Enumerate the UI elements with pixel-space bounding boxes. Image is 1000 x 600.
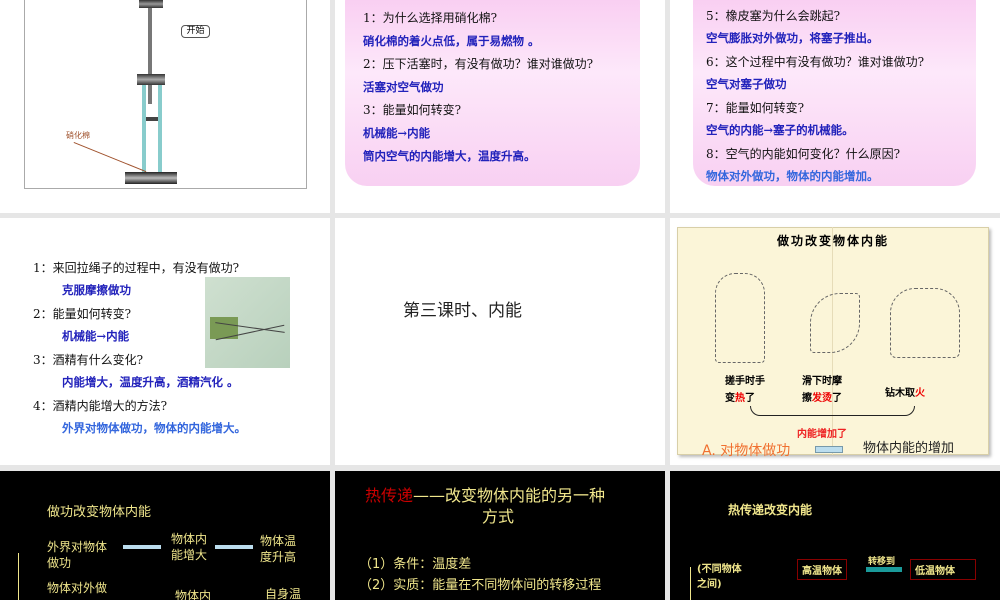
question-2: 2：压下活塞时，有没有做功？谁对谁做功? [363, 57, 594, 71]
essence-text: （2）实质：能量在不同物体间的转移过程 [359, 578, 602, 593]
slide-thumbnail-2[interactable]: 1：为什么选择用硝化棉? 硝化棉的着火点低，属于易燃物 。 2：压下活塞时，有没… [335, 0, 665, 213]
flow2-start: 物体对外做 [47, 581, 108, 595]
brace [18, 553, 24, 600]
arrow-icon [815, 446, 843, 453]
question-1: 1：为什么选择用硝化棉? [363, 11, 498, 25]
question-4: 4：酒精内能增大的方法? [33, 399, 168, 413]
slide-thumbnail-8[interactable]: 热传递——改变物体内能的另一种 方式 （1）条件：温度差 （2）实质：能量在不同… [335, 471, 665, 600]
transfer-label: 转移到 [868, 557, 896, 567]
arrow-icon [215, 545, 253, 549]
arrow-icon [123, 545, 161, 549]
question-8: 8：空气的内能如何变化？什么原因? [706, 147, 901, 161]
question-5: 5：橡皮塞为什么会跳起? [706, 9, 841, 23]
slide-thumbnail-7[interactable]: 做功改变物体内能 外界对物体做功 物体内能增大 物体温度升高 物体对外做 物体内… [0, 471, 330, 600]
cylinder-base [125, 172, 177, 184]
answer-2: 机械能→内能 [62, 329, 130, 343]
piston-head [146, 117, 158, 121]
answer-3: 机械能→内能 [363, 126, 431, 140]
nitrocellulose-label: 硝化棉 [66, 131, 90, 140]
slide-thumbnail-3[interactable]: 5：橡皮塞为什么会跳起? 空气膨胀对外做功，将塞子推出。 6：这个过程中有没有做… [670, 0, 1000, 213]
rubbing-hands-illustration [715, 273, 765, 363]
answer-1: 克服摩擦做功 [62, 283, 131, 297]
increase-label: 内能增加了 [797, 429, 847, 440]
answer-1: 硝化棉的着火点低，属于易燃物 。 [363, 34, 540, 48]
answer-4: 外界对物体做功，物体的内能增大。 [62, 421, 246, 435]
slide-thumbnail-4[interactable]: 1：来回拉绳子的过程中，有没有做功? 克服摩擦做功 2：能量如何转变? 机械能→… [0, 218, 330, 465]
question-1: 1：来回拉绳子的过程中，有没有做功? [33, 261, 240, 275]
flow-end: 物体温度升高 [260, 534, 297, 564]
question-3: 3：酒精有什么变化? [33, 353, 144, 367]
condition-text: (不同物体之间) [697, 564, 742, 590]
slide-thumbnail-6[interactable]: 做功改变物体内能 搓手时手 变热了 滑下时摩 擦发烫了 钻木取火 内能增加了 A. … [670, 218, 1000, 465]
brace [750, 406, 915, 416]
answer-6: 空气对塞子做功 [706, 77, 787, 91]
book-title: 做功改变物体内能 [777, 234, 890, 248]
hot-object-box: 高温物体 [797, 559, 847, 580]
brace [690, 567, 696, 600]
answer-3b: 筒内空气的内能增大，温度升高。 [363, 149, 536, 163]
arrow-icon [866, 567, 902, 572]
caption-2: 滑下时摩 擦发烫了 [802, 376, 842, 404]
question-7: 7：能量如何转变? [706, 101, 805, 115]
answer-3: 内能增大，温度升高，酒精汽化 。 [62, 375, 239, 389]
start-button[interactable]: 开始 [181, 25, 210, 38]
piston-top [139, 0, 163, 8]
answer-5: 空气膨胀对外做功，将塞子推出。 [706, 31, 879, 45]
do-work-label: A. 对物体做功 [702, 443, 791, 459]
condition-text: （1）条件：温度差 [359, 557, 472, 572]
slide-thumbnail-1[interactable]: 开始 硝化棉 [0, 0, 330, 213]
caption-3: 钻木取火 [885, 388, 925, 399]
question-3: 3：能量如何转变? [363, 103, 462, 117]
cylinder-cap [137, 74, 165, 85]
flow2-mid: 物体内 [175, 589, 212, 600]
slide-title: 做功改变物体内能 [47, 505, 152, 520]
answer-7: 空气的内能→塞子的机械能。 [706, 123, 854, 137]
flow-start: 外界对物体做功 [47, 540, 108, 570]
question-2: 2：能量如何转变? [33, 307, 132, 321]
rope-friction-image [205, 277, 290, 368]
slide-title: 热传递改变内能 [728, 503, 813, 517]
answer-2: 活塞对空气做功 [363, 80, 444, 94]
drilling-wood-illustration [890, 288, 960, 358]
flow-mid: 物体内能增大 [171, 532, 208, 562]
caption-1: 搓手时手 变热了 [725, 376, 765, 404]
slide-title-line2: 方式 [482, 507, 515, 526]
question-6: 6：这个过程中有没有做功？谁对谁做功? [706, 55, 925, 69]
slide-title: 第三课时、内能 [403, 301, 522, 321]
apparatus-frame [24, 0, 307, 189]
flow2-end: 自身温 [265, 587, 302, 600]
slide-thumbnail-9[interactable]: 热传递改变内能 (不同物体之间) 高温物体 转移到 低温物体 [670, 471, 1000, 600]
cylinder [142, 85, 162, 172]
slide-thumbnail-5[interactable]: 第三课时、内能 [335, 218, 665, 465]
cold-object-box: 低温物体 [910, 559, 976, 580]
answer-8: 物体对外做功，物体的内能增加。 [706, 169, 879, 183]
increase-result: 物体内能的增加 [863, 441, 955, 456]
